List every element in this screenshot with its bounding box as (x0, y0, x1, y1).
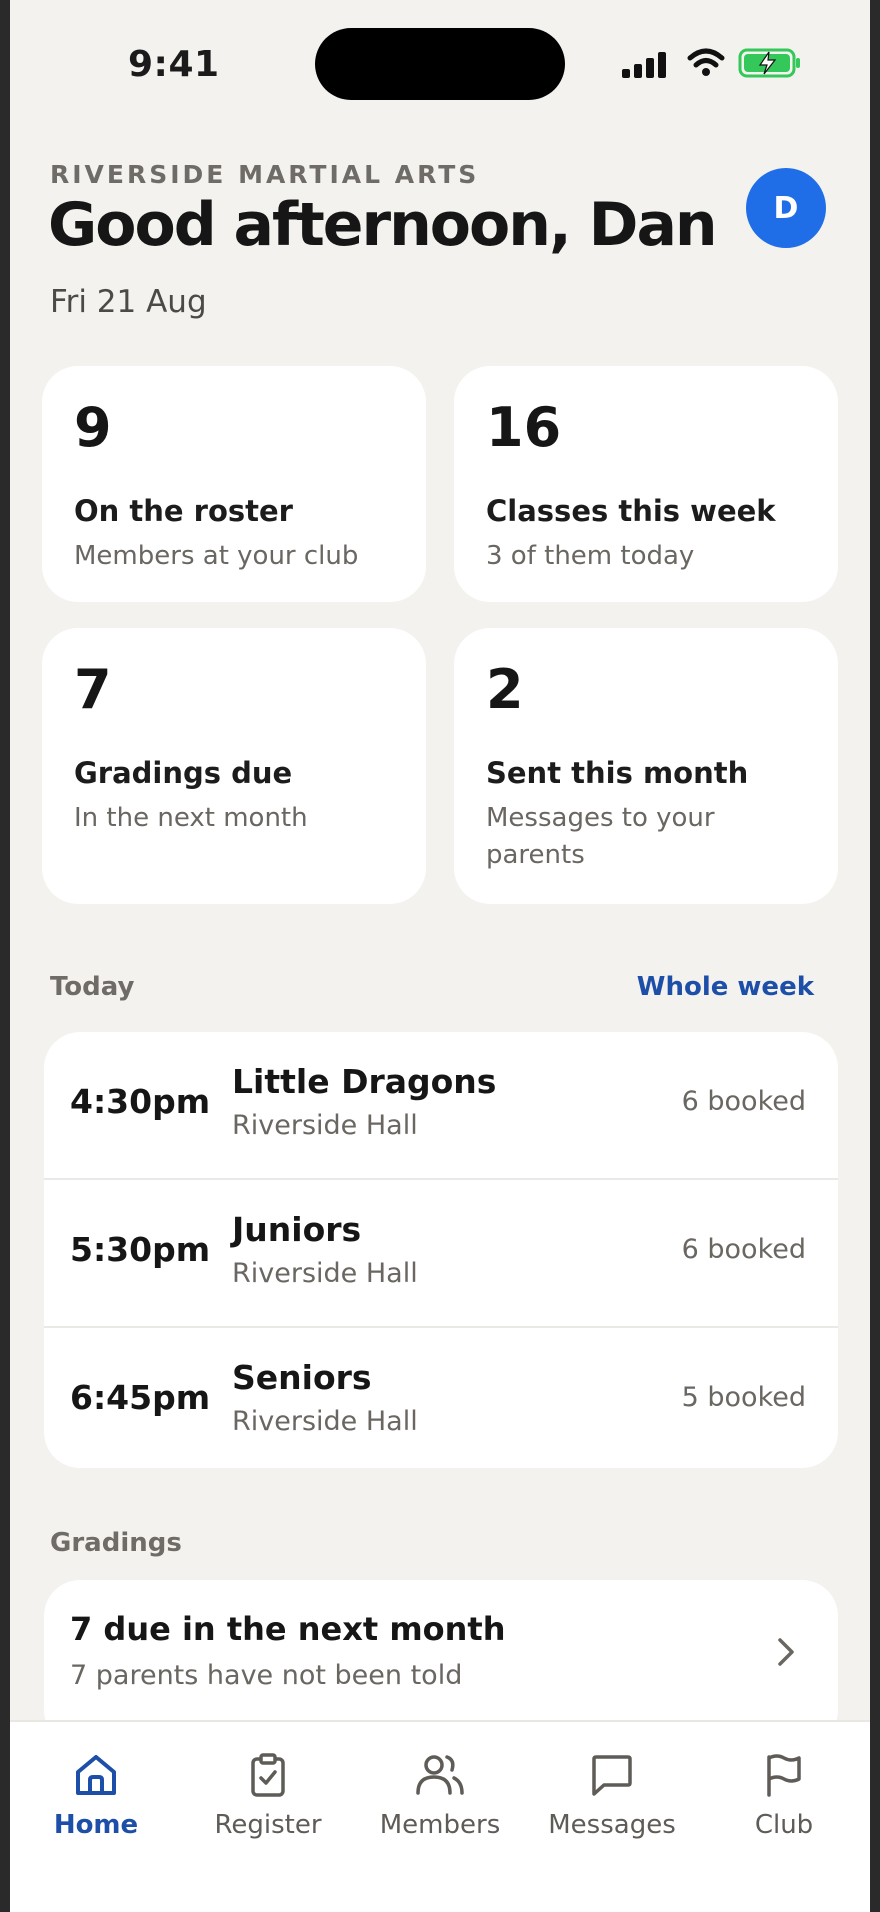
class-venue: Riverside Hall (232, 1258, 418, 1289)
tab-register[interactable]: Register (182, 1746, 354, 1840)
greeting-title: Good afternoon, Dan (48, 190, 718, 260)
battery-icon (738, 48, 800, 78)
class-venue: Riverside Hall (232, 1406, 418, 1437)
stat-card-gradings[interactable]: 7 Gradings due In the next month (42, 628, 426, 904)
users-icon (416, 1755, 464, 1795)
gradings-note: 7 parents have not been told (70, 1660, 463, 1691)
stat-value: 7 (74, 658, 112, 721)
class-row[interactable]: 4:30pm Little Dragons Riverside Hall 6 b… (44, 1032, 838, 1180)
dynamic-island (315, 28, 565, 100)
class-name: Seniors (232, 1358, 372, 1397)
stat-card-roster[interactable]: 9 On the roster Members at your club (42, 366, 426, 602)
tab-bar: Home Register Members Messages Club (10, 1720, 870, 1912)
signal-icon (622, 50, 666, 78)
stat-card-messages[interactable]: 2 Sent this month Messages to your paren… (454, 628, 838, 904)
tab-label: Home (53, 1810, 139, 1840)
club-name: RIVERSIDE MARTIAL ARTS (50, 160, 480, 189)
class-venue: Riverside Hall (232, 1110, 418, 1141)
current-date: Fri 21 Aug (50, 284, 207, 320)
class-row[interactable]: 6:45pm Seniors Riverside Hall 5 booked (44, 1328, 838, 1468)
gradings-summary: 7 due in the next month (70, 1610, 506, 1648)
flag-icon (767, 1754, 801, 1797)
tab-label: Register (214, 1810, 322, 1840)
message-square-icon (592, 1755, 632, 1796)
home-icon (76, 1755, 116, 1795)
stat-sub: In the next month (74, 803, 308, 833)
tab-label: Members (379, 1810, 501, 1840)
stat-value: 16 (486, 396, 562, 459)
tab-home[interactable]: Home (10, 1746, 182, 1840)
stat-sub: 3 of them today (486, 541, 695, 571)
stat-card-classes[interactable]: 16 Classes this week 3 of them today (454, 366, 838, 602)
gradings-section-title: Gradings (50, 1528, 182, 1558)
status-time: 9:41 (128, 44, 220, 85)
tab-club[interactable]: Club (698, 1746, 870, 1840)
class-booked: 6 booked (681, 1234, 806, 1265)
class-booked: 6 booked (681, 1086, 806, 1117)
class-name: Little Dragons (232, 1062, 497, 1101)
stat-label: Sent this month (486, 756, 749, 790)
wifi-icon (687, 48, 725, 76)
whole-week-link[interactable]: Whole week (637, 972, 814, 1002)
today-classes-list: 4:30pm Little Dragons Riverside Hall 6 b… (44, 1032, 838, 1468)
stat-sub: Members at your club (74, 541, 359, 571)
tab-label: Messages (548, 1810, 676, 1840)
stat-sub: Messages to your parents (486, 803, 715, 870)
clipboard-check-icon (251, 1753, 285, 1797)
avatar[interactable]: D (746, 168, 826, 248)
app-screen: 9:41 RIVERSIDE MARTIAL ARTS Good afterno… (10, 0, 870, 1912)
class-name: Juniors (232, 1210, 362, 1249)
stat-label: On the roster (74, 494, 293, 528)
class-time: 4:30pm (70, 1082, 211, 1121)
stat-label: Classes this week (486, 494, 776, 528)
class-row[interactable]: 5:30pm Juniors Riverside Hall 6 booked (44, 1180, 838, 1328)
stat-value: 2 (486, 658, 524, 721)
class-time: 6:45pm (70, 1378, 211, 1417)
stat-value: 9 (74, 396, 112, 459)
class-time: 5:30pm (70, 1230, 211, 1269)
stat-label: Gradings due (74, 756, 293, 790)
tab-label: Club (754, 1810, 814, 1840)
class-booked: 5 booked (681, 1382, 806, 1413)
chevron-right-icon (778, 1638, 794, 1666)
tab-messages[interactable]: Messages (526, 1746, 698, 1840)
tab-members[interactable]: Members (354, 1746, 526, 1840)
today-section-title: Today (50, 972, 135, 1002)
status-bar: 9:41 (10, 0, 870, 120)
